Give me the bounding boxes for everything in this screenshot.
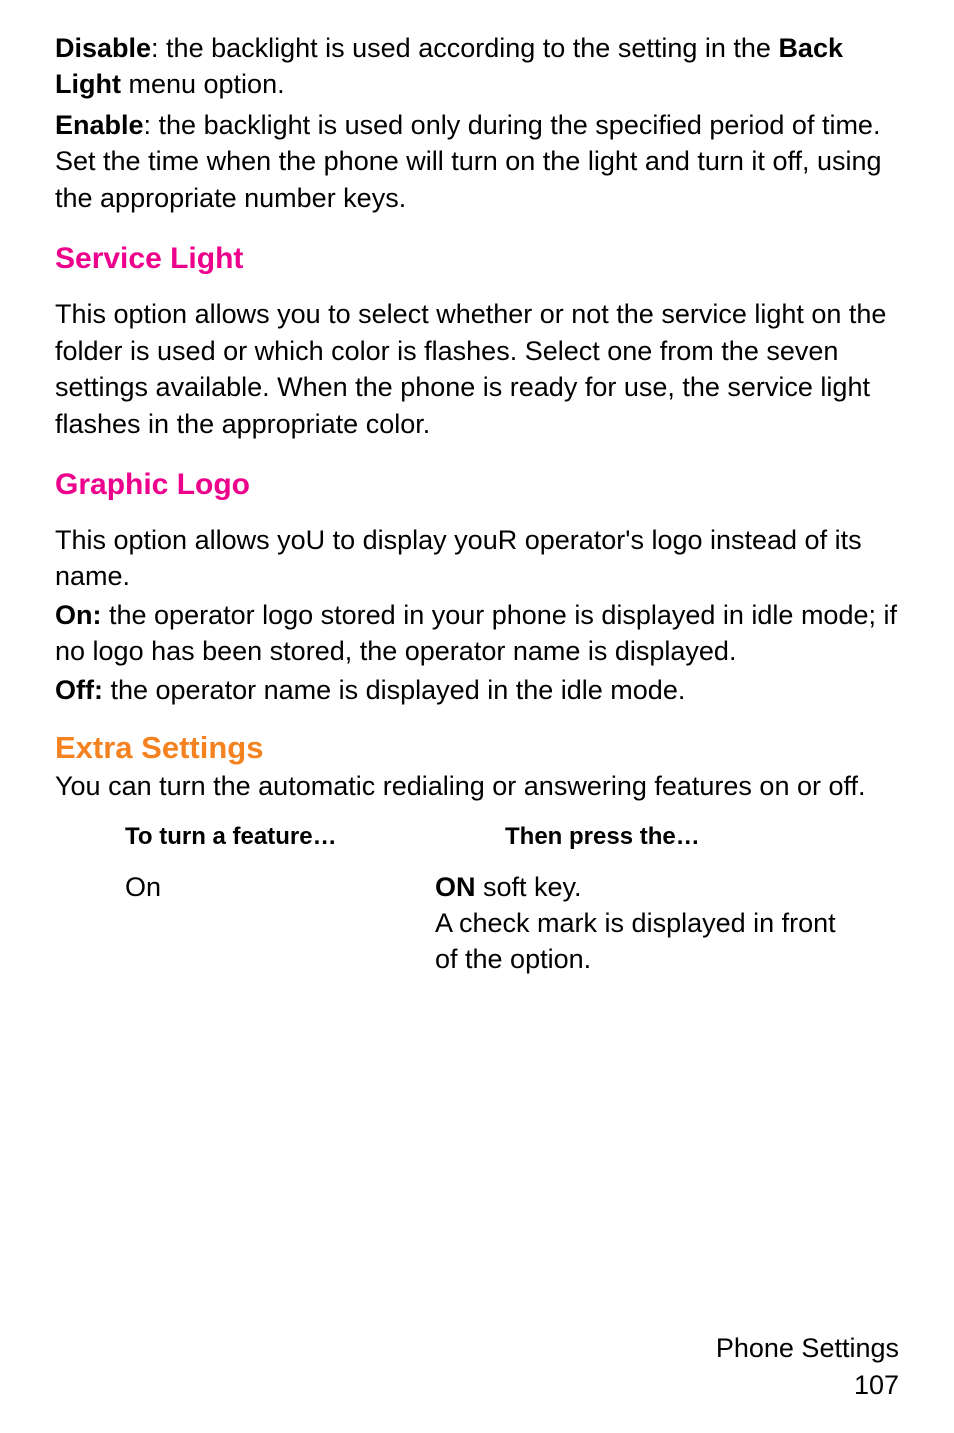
table-row: On ON soft key. A check mark is displaye… xyxy=(125,869,859,978)
enable-label: Enable xyxy=(55,110,144,140)
table-header-2: Then press the… xyxy=(435,823,859,851)
heading-graphic-logo: Graphic Logo xyxy=(55,468,899,502)
on-label: On: xyxy=(55,600,102,630)
graphic-logo-on: On: the operator logo stored in your pho… xyxy=(55,597,899,670)
table-cell-right: ON soft key. A check mark is displayed i… xyxy=(435,869,859,978)
extra-settings-intro: You can turn the automatic redialing or … xyxy=(55,768,899,804)
footer-section: Phone Settings xyxy=(716,1330,899,1366)
disable-text: : the backlight is used according to the… xyxy=(151,33,778,63)
on-softkey-label: ON xyxy=(435,872,476,902)
feature-table: To turn a feature… Then press the… On ON… xyxy=(55,823,899,978)
heading-service-light: Service Light xyxy=(55,242,899,276)
graphic-logo-off: Off: the operator name is displayed in t… xyxy=(55,672,899,708)
page-footer: Phone Settings 107 xyxy=(716,1330,899,1403)
heading-extra-settings: Extra Settings xyxy=(55,730,899,766)
service-light-body: This option allows you to select whether… xyxy=(55,296,899,442)
disable-label: Disable xyxy=(55,33,151,63)
enable-text: : the backlight is used only during the … xyxy=(55,110,882,213)
paragraph-enable: Enable: the backlight is used only durin… xyxy=(55,107,899,216)
paragraph-disable: Disable: the backlight is used according… xyxy=(55,30,899,103)
table-header-row: To turn a feature… Then press the… xyxy=(125,823,859,851)
off-text: the operator name is displayed in the id… xyxy=(103,675,685,705)
footer-page-number: 107 xyxy=(716,1367,899,1403)
table-cell-line2: A check mark is displayed in front of th… xyxy=(435,905,859,978)
on-text: the operator logo stored in your phone i… xyxy=(55,600,897,666)
table-cell-line1: ON soft key. xyxy=(435,869,859,905)
graphic-logo-intro: This option allows yoU to display youR o… xyxy=(55,522,899,595)
backlight-text-rest: menu option. xyxy=(121,69,285,99)
table-cell-left: On xyxy=(125,869,435,978)
softkey-rest: soft key. xyxy=(476,872,582,902)
off-label: Off: xyxy=(55,675,103,705)
table-header-1: To turn a feature… xyxy=(125,823,435,851)
